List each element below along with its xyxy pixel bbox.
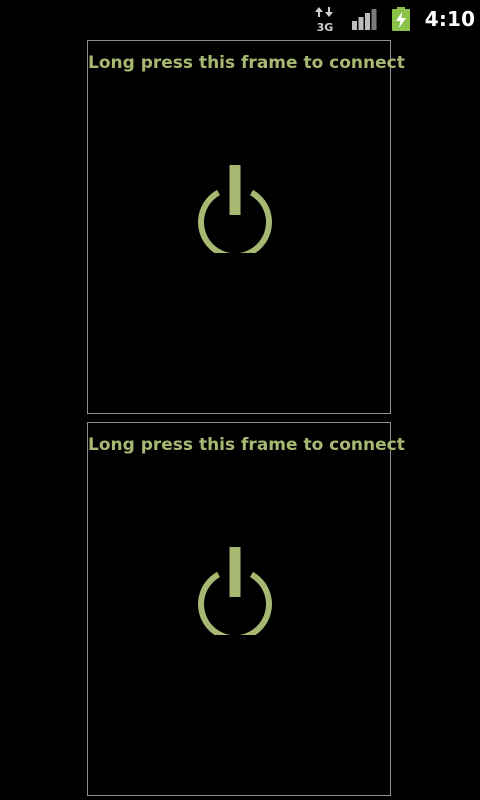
data-3g-icon: 3G	[312, 0, 338, 38]
status-bar: 3G 4:10	[0, 0, 480, 38]
frame-label: Long press this frame to connect	[88, 435, 405, 455]
power-icon	[198, 547, 272, 635]
signal-strength-icon	[350, 0, 378, 38]
svg-text:3G: 3G	[317, 21, 334, 32]
status-clock: 4:10	[424, 7, 476, 31]
frame-label: Long press this frame to connect	[88, 53, 405, 73]
power-icon	[198, 165, 272, 253]
battery-charging-icon	[389, 0, 413, 38]
connect-frame-2[interactable]: Long press this frame to connect	[87, 422, 405, 796]
connect-frame-1[interactable]: Long press this frame to connect	[87, 40, 405, 414]
